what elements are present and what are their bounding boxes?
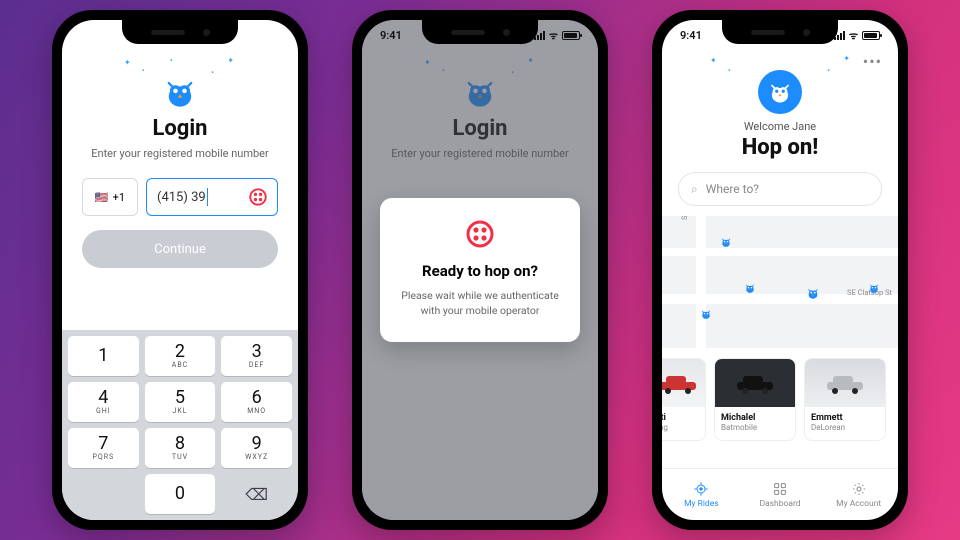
- country-code-selector[interactable]: 🇺🇸 +1: [82, 178, 138, 216]
- modal-body: Please wait while we authenticate with y…: [400, 288, 560, 318]
- text-caret: [207, 188, 208, 206]
- map-pin-icon[interactable]: [700, 308, 712, 323]
- keypad-key-2[interactable]: 2ABC: [145, 336, 216, 376]
- modal-overlay: Ready to hop on? Please wait while we au…: [362, 20, 598, 520]
- wifi-icon: ᯤ: [549, 28, 558, 42]
- modal-title: Ready to hop on?: [400, 262, 560, 280]
- tab-my-rides[interactable]: My Rides: [662, 469, 741, 520]
- car-icon: [662, 370, 698, 396]
- battery-icon: [562, 31, 580, 40]
- gear-icon: [851, 481, 867, 497]
- welcome-text: Welcome Jane: [662, 120, 898, 133]
- street-label: SE Main St: [680, 216, 689, 220]
- map-pin-current-icon[interactable]: [806, 286, 820, 303]
- continue-button[interactable]: Continue: [82, 230, 278, 268]
- phone-number-value: (415) 39: [157, 190, 206, 205]
- auth-modal: Ready to hop on? Please wait while we au…: [380, 198, 580, 342]
- keypad-key-1[interactable]: 1: [68, 336, 139, 376]
- map-view[interactable]: SE Main St SE Clatsop St: [662, 216, 898, 348]
- tab-label: My Account: [836, 499, 881, 509]
- tab-dashboard[interactable]: Dashboard: [741, 469, 820, 520]
- backspace-icon: ⌫: [245, 485, 268, 504]
- sparkles-decoration: ✦•✦•: [710, 52, 850, 70]
- map-pin-icon[interactable]: [720, 236, 732, 251]
- search-placeholder: Where to?: [706, 182, 759, 196]
- ride-icon: [693, 481, 709, 497]
- map-pin-icon[interactable]: [744, 282, 756, 297]
- battery-icon: [862, 31, 880, 40]
- tab-my-account[interactable]: My Account: [819, 469, 898, 520]
- status-time: 9:41: [380, 29, 402, 42]
- login-title: Login: [82, 116, 278, 141]
- mockup-phone-auth: 9:41 ᯤ ✦•✦• Login Enter your registered …: [352, 10, 608, 530]
- device-notch: [422, 20, 538, 44]
- keypad-key-5[interactable]: 5JKL: [145, 382, 216, 422]
- country-flag-icon: 🇺🇸: [95, 191, 109, 204]
- keypad-key-9[interactable]: 9WXYZ: [221, 428, 292, 468]
- device-notch: [722, 20, 838, 44]
- more-menu-icon[interactable]: •••: [863, 52, 882, 71]
- car-icon: [820, 370, 870, 396]
- owl-logo: [82, 74, 278, 110]
- keypad-key-8[interactable]: 8TUV: [145, 428, 216, 468]
- rides-carousel[interactable]: rtiing MichalelBatmobile EmmettDeLorean: [662, 348, 898, 441]
- home-headline: Hop on!: [662, 135, 898, 160]
- keypad-key-6[interactable]: 6MNO: [221, 382, 292, 422]
- tab-bar: My Rides Dashboard My Account: [662, 468, 898, 520]
- tab-label: Dashboard: [759, 499, 800, 509]
- mockup-phone-home: 9:41 ᯤ ••• ✦•✦• Welcome Jane Hop on! ⌕ W…: [652, 10, 908, 530]
- device-notch: [122, 20, 238, 44]
- mockup-phone-login: ✦•✦•• Login Enter your registered mobile…: [52, 10, 308, 530]
- keypad-key-7[interactable]: 7PQRS: [68, 428, 139, 468]
- ride-card[interactable]: MichalelBatmobile: [714, 358, 796, 441]
- status-time: 9:41: [680, 29, 702, 42]
- twilio-icon: [249, 188, 267, 206]
- owl-logo: [662, 70, 898, 114]
- search-icon: ⌕: [691, 182, 698, 197]
- tab-label: My Rides: [684, 499, 719, 509]
- keypad-spacer: [68, 474, 139, 514]
- phone-number-input[interactable]: (415) 39: [146, 178, 278, 216]
- car-icon: [728, 370, 782, 396]
- destination-search-input[interactable]: ⌕ Where to?: [678, 172, 882, 206]
- map-pin-icon[interactable]: [868, 282, 880, 297]
- keypad-backspace[interactable]: ⌫: [221, 474, 292, 514]
- country-code-label: +1: [113, 191, 125, 204]
- ride-card[interactable]: EmmettDeLorean: [804, 358, 886, 441]
- login-subtitle: Enter your registered mobile number: [82, 147, 278, 160]
- dashboard-icon: [772, 481, 788, 497]
- twilio-icon: [466, 220, 494, 248]
- wifi-icon: ᯤ: [849, 28, 858, 42]
- keypad-key-3[interactable]: 3DEF: [221, 336, 292, 376]
- keypad-key-0[interactable]: 0: [145, 474, 216, 514]
- ride-card[interactable]: rtiing: [662, 358, 706, 441]
- numeric-keypad: 1 2ABC 3DEF 4GHI 5JKL 6MNO 7PQRS 8TUV 9W…: [62, 330, 298, 520]
- sparkles-decoration: ✦•✦••: [120, 56, 240, 74]
- keypad-key-4[interactable]: 4GHI: [68, 382, 139, 422]
